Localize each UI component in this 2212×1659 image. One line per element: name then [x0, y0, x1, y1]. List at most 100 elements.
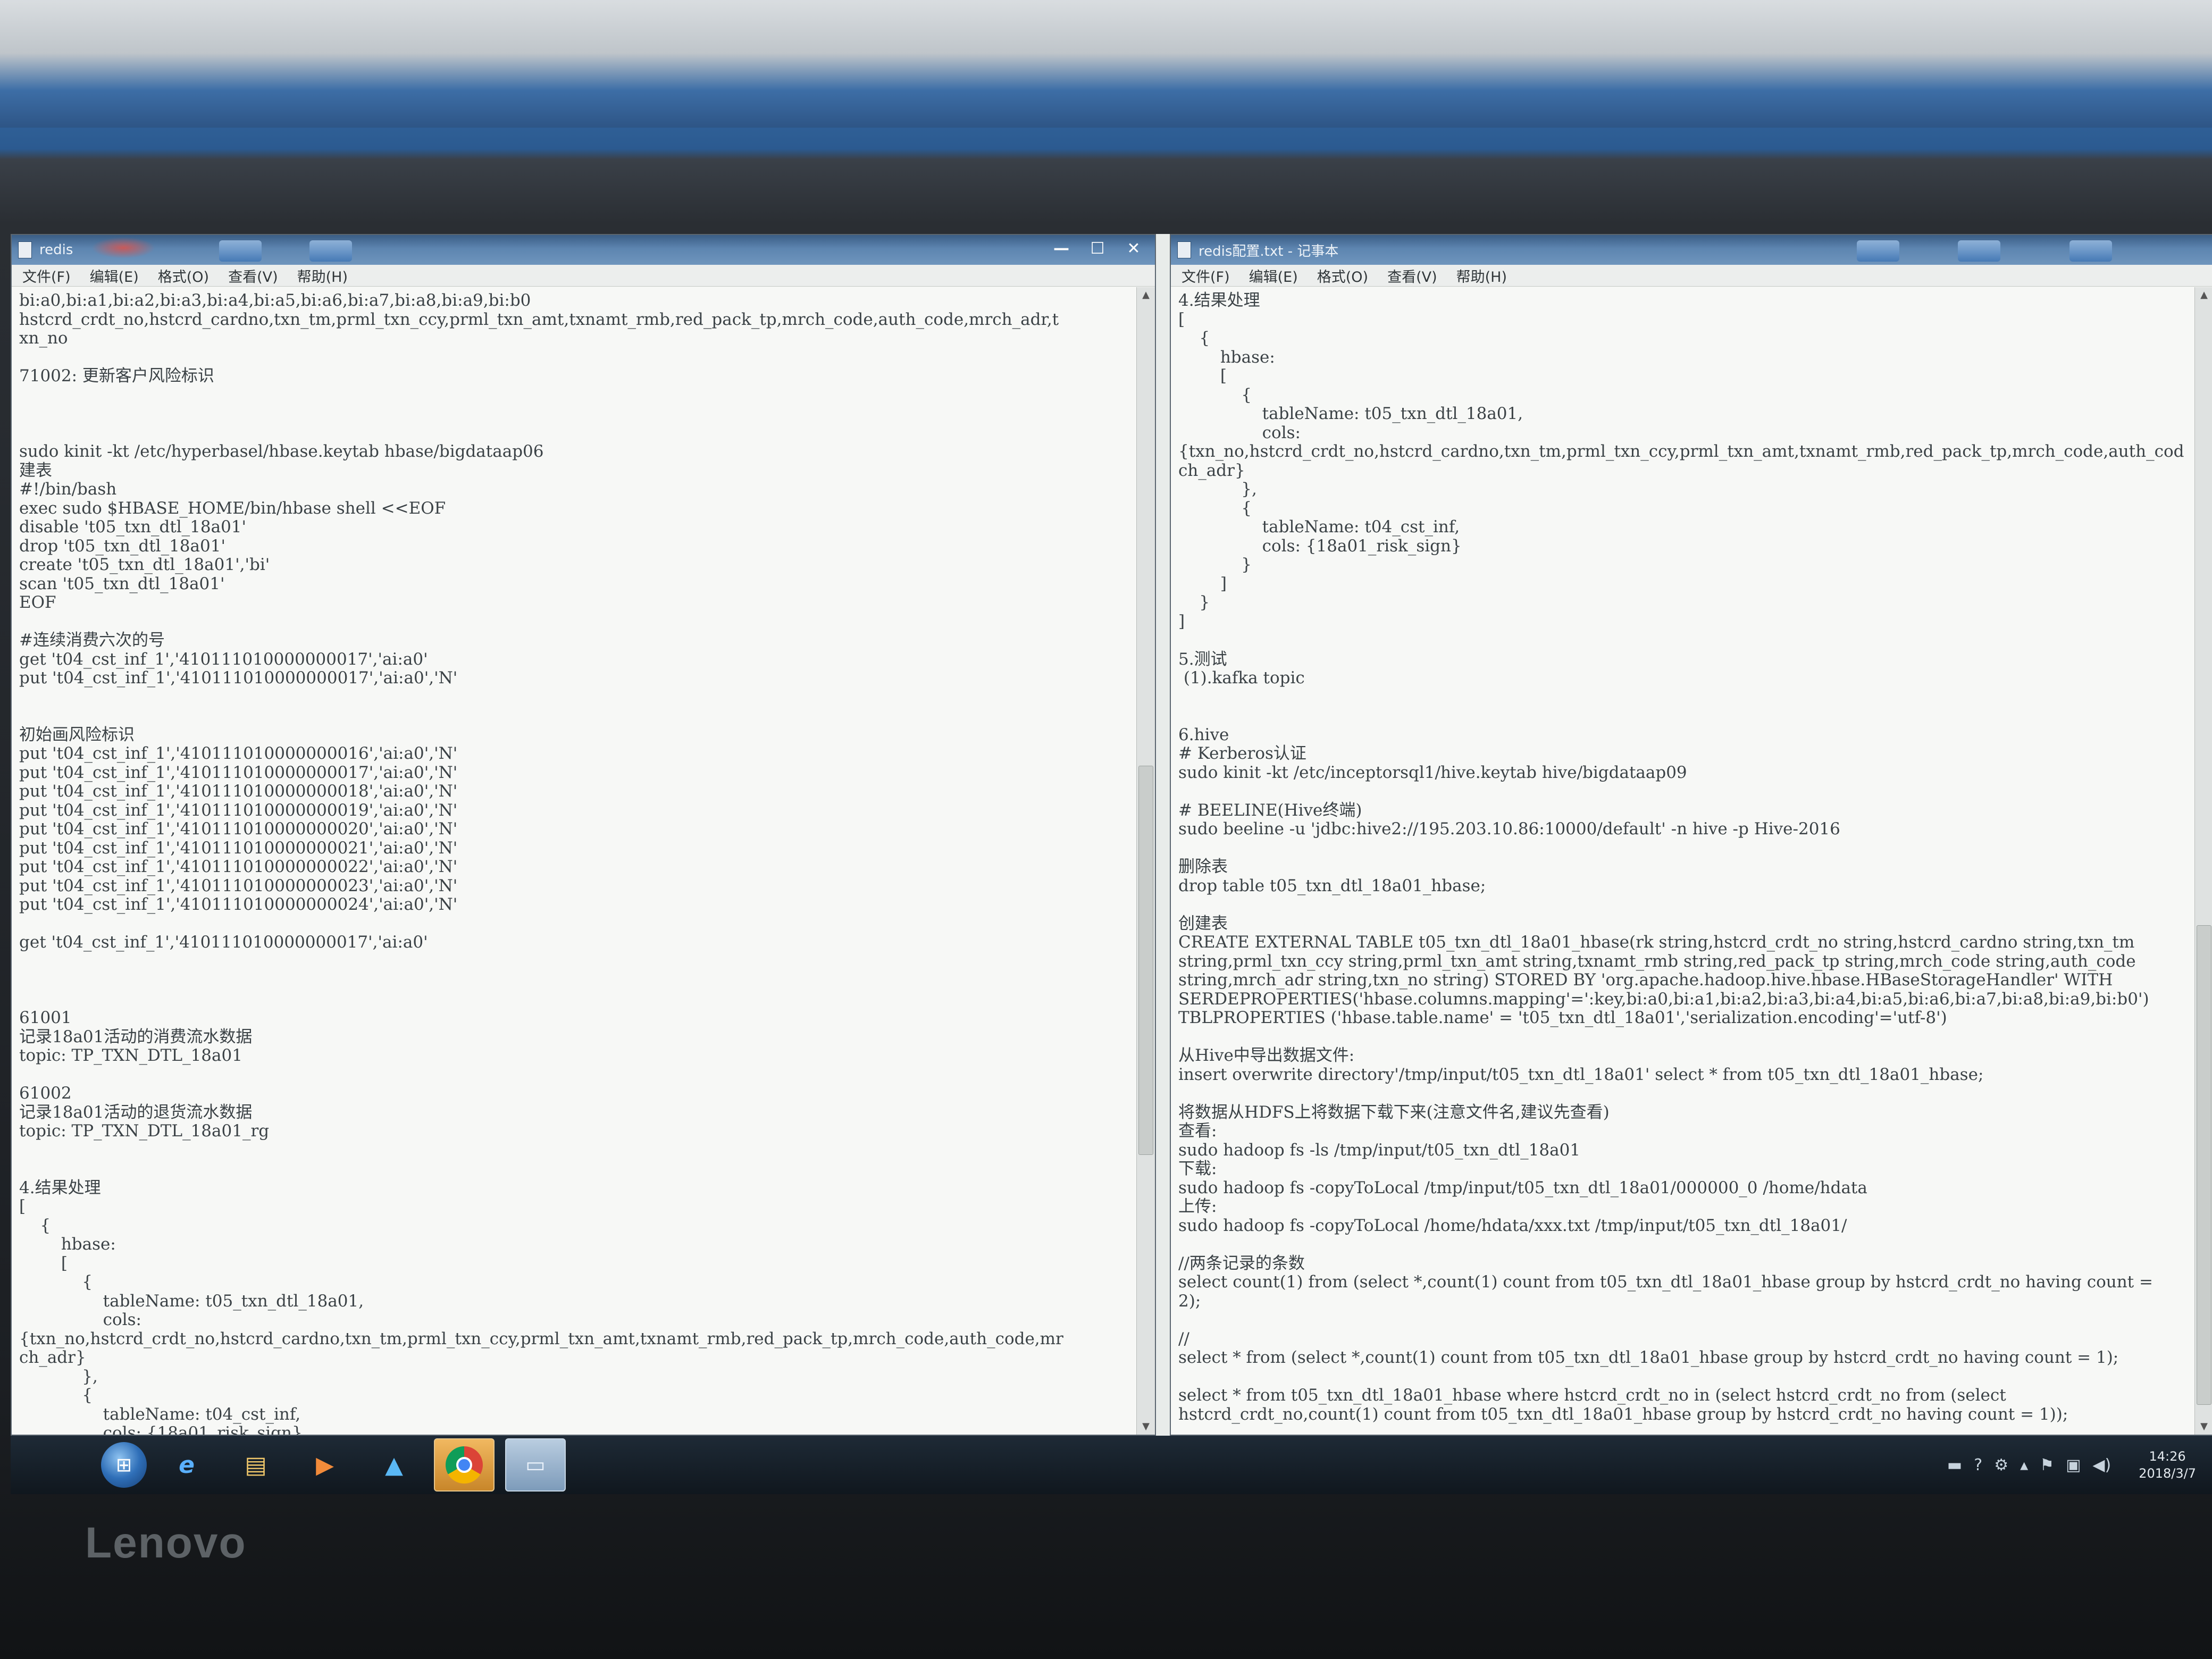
menu-bar: 文件(F) 编辑(E) 格式(O) 查看(V) 帮助(H): [1171, 265, 2212, 287]
editor-line: get 't04_cst_inf_1','410111010000000017'…: [19, 649, 428, 669]
text-editor[interactable]: 4.结果处理[ { hbase: [ { tableName: t05_txn_…: [1171, 287, 2195, 1435]
editor-line: #!/bin/bash: [19, 480, 117, 499]
windows-logo-icon: ⊞: [115, 1454, 132, 1476]
settings-icon[interactable]: ⚙: [1994, 1456, 2008, 1474]
menu-help[interactable]: 帮助(H): [297, 265, 348, 286]
start-button[interactable]: ⊞: [101, 1442, 147, 1488]
editor-line: tableName: t04_cst_inf,: [1178, 517, 1460, 537]
action-center-flag-icon[interactable]: ⚑: [2040, 1456, 2054, 1474]
editor-line: xn_no: [19, 329, 68, 348]
keyboard-icon[interactable]: ▬: [1947, 1456, 1962, 1474]
notepad-icon: ▭: [525, 1453, 546, 1477]
scroll-down-arrow-icon[interactable]: ▼: [2195, 1419, 2212, 1435]
volume-icon[interactable]: ◀): [2092, 1456, 2111, 1474]
vertical-scrollbar[interactable]: ▲ ▼: [2194, 287, 2212, 1435]
editor-line: },: [19, 1367, 98, 1386]
minimize-button[interactable]: —: [1051, 238, 1072, 259]
menu-edit[interactable]: 编辑(E): [90, 265, 139, 286]
editor-line: 删除表: [1178, 857, 1228, 876]
network-icon[interactable]: ▣: [2066, 1456, 2081, 1474]
taskbar-media-button[interactable]: ▶: [296, 1439, 354, 1490]
editor-line: create 't05_txn_dtl_18a01','bi': [19, 555, 270, 574]
menu-view[interactable]: 查看(V): [1387, 265, 1437, 286]
editor-line: 查看:: [1178, 1121, 1217, 1141]
editor-line: cols:: [19, 1310, 141, 1329]
editor-line: ]: [1178, 574, 1227, 593]
vertical-scrollbar[interactable]: ▲ ▼: [1136, 287, 1155, 1435]
menu-view[interactable]: 查看(V): [228, 265, 278, 286]
editor-line: {: [1178, 329, 1210, 348]
editor-line: EOF: [19, 593, 56, 612]
editor-line: 下载:: [1178, 1159, 1217, 1178]
menu-format[interactable]: 格式(O): [1317, 265, 1368, 286]
clock[interactable]: 14:26 2018/3/7: [2139, 1448, 2196, 1482]
editor-line: {: [1178, 385, 1252, 405]
editor-line: hstcrd_crdt_no,hstcrd_cardno,txn_tm,prml…: [19, 309, 1059, 329]
titlebar-decoration: [309, 240, 352, 262]
editor-line: scan 't05_txn_dtl_18a01': [19, 574, 225, 593]
help-icon[interactable]: ?: [1974, 1456, 1982, 1474]
titlebar-decoration: [219, 240, 262, 262]
editor-line: 建表: [19, 460, 52, 480]
editor-line: # Kerberos认证: [1178, 744, 1306, 763]
editor-line: [: [19, 1253, 68, 1273]
scroll-up-arrow-icon[interactable]: ▲: [2195, 287, 2212, 303]
editor-line: 从Hive中导出数据文件:: [1178, 1046, 1355, 1065]
menu-edit[interactable]: 编辑(E): [1249, 265, 1298, 286]
notepad-window-right[interactable]: redis配置.txt - 记事本 文件(F) 编辑(E) 格式(O) 查看(V…: [1170, 234, 2212, 1436]
editor-line: tableName: t05_txn_dtl_18a01,: [1178, 404, 1523, 423]
menu-file[interactable]: 文件(F): [22, 265, 71, 286]
taskbar-chrome-button[interactable]: [434, 1438, 495, 1492]
taskbar-notepad-button[interactable]: ▭: [505, 1438, 566, 1492]
maximize-button[interactable]: ☐: [1087, 238, 1108, 259]
text-editor[interactable]: bi:a0,bi:a1,bi:a2,bi:a3,bi:a4,bi:a5,bi:a…: [12, 287, 1137, 1435]
editor-line: SERDEPROPERTIES('hbase.columns.mapping'=…: [1178, 989, 2149, 1009]
taskbar-ie-button[interactable]: e: [157, 1439, 216, 1490]
scroll-up-arrow-icon[interactable]: ▲: [1137, 287, 1155, 303]
title-bar[interactable]: redis — ☐ ✕: [12, 235, 1155, 265]
editor-line: {: [1178, 498, 1252, 518]
editor-line: 记录18a01活动的退货流水数据: [19, 1102, 253, 1122]
editor-line: {txn_no,hstcrd_crdt_no,hstcrd_cardno,txn…: [1178, 442, 2184, 461]
editor-line: topic: TP_TXN_DTL_18a01: [19, 1046, 242, 1065]
taskbar: ⊞ e ▤ ▶ ▲ ▭ ▬ ? ⚙ ▴ ⚑ ▣ ◀) 14:26 2018/3/…: [11, 1436, 2212, 1494]
titlebar-decoration: [91, 237, 155, 258]
menu-help[interactable]: 帮助(H): [1456, 265, 1507, 286]
menu-format[interactable]: 格式(O): [158, 265, 209, 286]
editor-line: cols: {18a01_risk_sign}: [19, 1423, 303, 1435]
editor-line: }: [1178, 593, 1210, 612]
editor-line: {: [19, 1386, 93, 1405]
show-hidden-icons-icon[interactable]: ▴: [2020, 1456, 2028, 1474]
upload-icon: ▲: [385, 1451, 403, 1479]
editor-line: select * from (select *,count(1) count f…: [1178, 1348, 2119, 1367]
editor-line: //两条记录的条数: [1178, 1253, 1305, 1273]
close-button[interactable]: ✕: [1123, 238, 1144, 259]
editor-line: disable 't05_txn_dtl_18a01': [19, 517, 247, 537]
internet-explorer-icon: e: [179, 1451, 195, 1479]
scrollbar-thumb[interactable]: [1138, 766, 1153, 1155]
editor-line: put 't04_cst_inf_1','410111010000000024'…: [19, 895, 458, 914]
taskbar-upload-button[interactable]: ▲: [365, 1439, 423, 1490]
editor-line: 4.结果处理: [19, 1178, 101, 1197]
window-controls: — ☐ ✕: [1051, 238, 1144, 259]
editor-line: 初始画风险标识: [19, 725, 135, 744]
scroll-down-arrow-icon[interactable]: ▼: [1137, 1419, 1155, 1435]
taskbar-explorer-button[interactable]: ▤: [227, 1439, 285, 1490]
title-bar[interactable]: redis配置.txt - 记事本: [1171, 235, 2212, 265]
editor-line: put 't04_cst_inf_1','410111010000000022'…: [19, 857, 458, 876]
notepad-window-left[interactable]: redis — ☐ ✕ 文件(F) 编辑(E) 格式(O) 查看(V) 帮助(H…: [11, 234, 1156, 1436]
menu-file[interactable]: 文件(F): [1182, 265, 1230, 286]
editor-line: put 't04_cst_inf_1','410111010000000021'…: [19, 838, 458, 858]
scrollbar-thumb[interactable]: [2197, 925, 2211, 1405]
editor-line: ]: [1178, 611, 1185, 631]
